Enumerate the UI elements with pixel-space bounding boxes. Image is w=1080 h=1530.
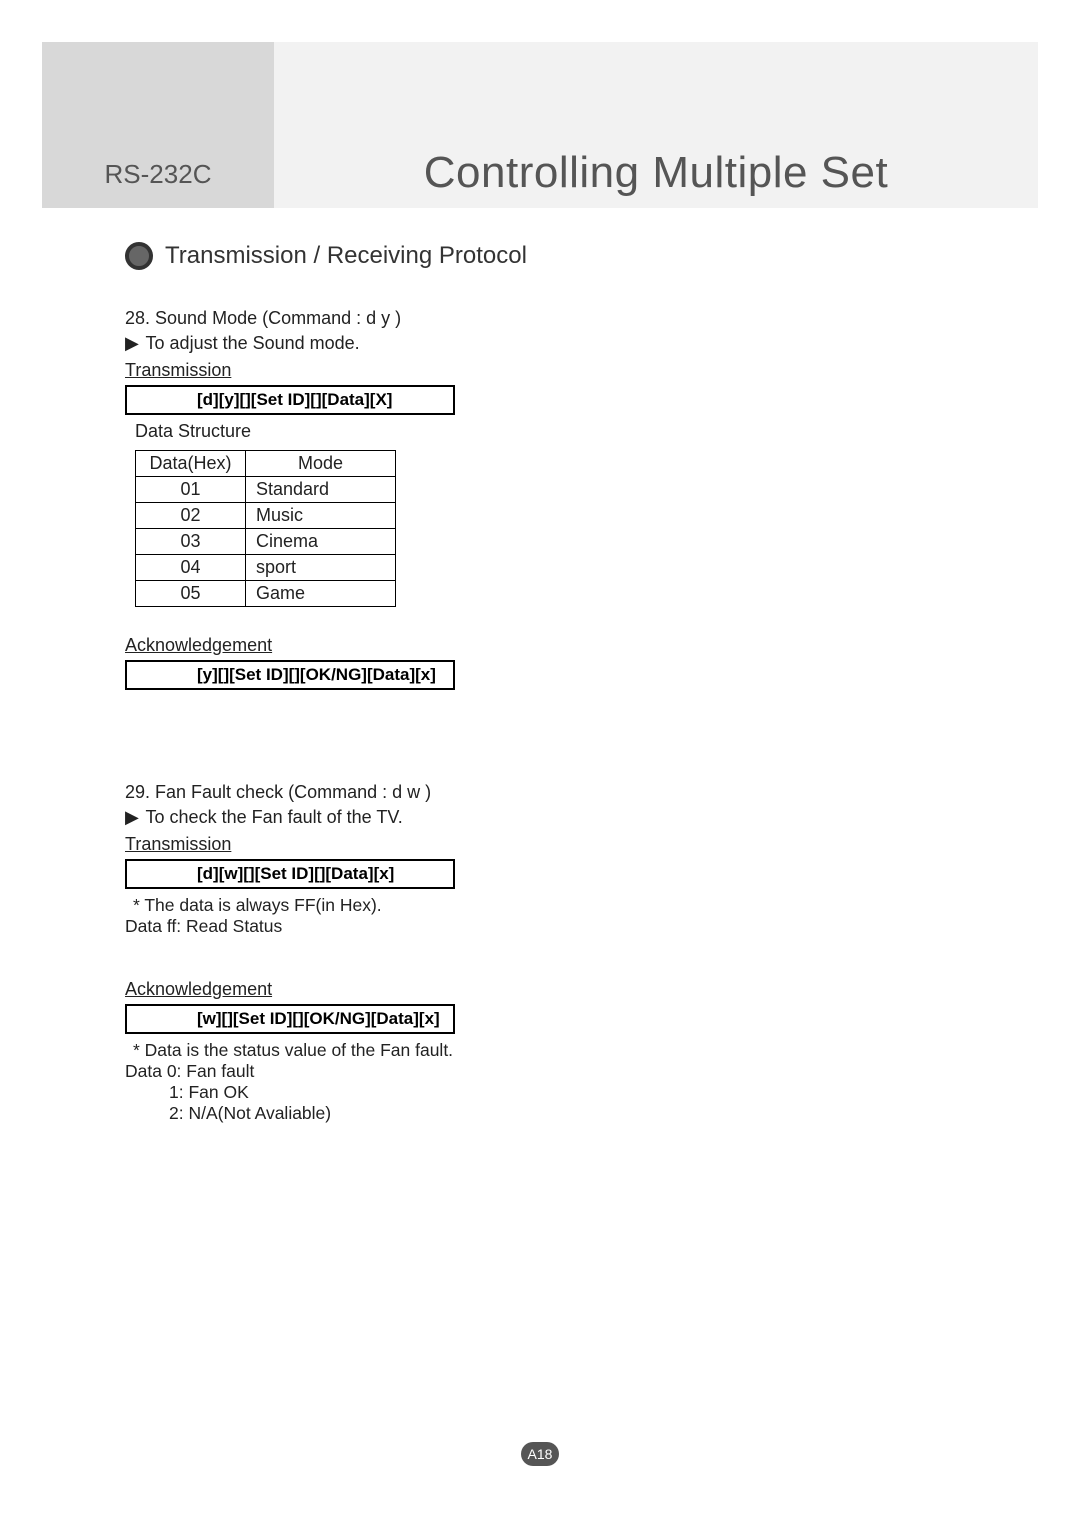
table-header-row: Data(Hex) Mode — [136, 451, 396, 477]
th-data-hex: Data(Hex) — [136, 451, 246, 477]
cmd29-heading: 29. Fan Fault check (Command : d w ) — [125, 782, 955, 803]
table-row: 05 Game — [136, 581, 396, 607]
cell-mode: Cinema — [246, 529, 396, 555]
cmd29-ack-box: [w][][Set ID][][OK/NG][Data][x] — [125, 1004, 455, 1034]
table-row: 04 sport — [136, 555, 396, 581]
cmd28-desc: ▶ To adjust the Sound mode. — [125, 333, 955, 354]
header-left-label: RS-232C — [105, 159, 212, 190]
cmd29-transmission-label: Transmission — [125, 834, 955, 855]
content-area: Transmission / Receiving Protocol 28. So… — [125, 228, 955, 1124]
cell-hex: 03 — [136, 529, 246, 555]
page-title: Controlling Multiple Set — [424, 148, 888, 198]
header-title-wrap: Controlling Multiple Set — [274, 148, 1038, 208]
cmd28-heading: 28. Sound Mode (Command : d y ) — [125, 308, 955, 329]
cell-mode: Music — [246, 503, 396, 529]
cmd29-ack-note2: Data 0: Fan fault — [125, 1061, 955, 1082]
cmd28-mode-table: Data(Hex) Mode 01 Standard 02 Music 03 C… — [135, 450, 396, 607]
cell-hex: 04 — [136, 555, 246, 581]
header-left-block: RS-232C — [42, 42, 274, 208]
cmd29-note2: Data ff: Read Status — [125, 916, 955, 937]
cell-mode: Standard — [246, 477, 396, 503]
page-header: RS-232C Controlling Multiple Set — [42, 42, 1038, 208]
page-number-badge: A18 — [521, 1442, 559, 1466]
table-row: 02 Music — [136, 503, 396, 529]
cmd29-ack-note1: * Data is the status value of the Fan fa… — [133, 1040, 955, 1061]
arrow-right-icon: ▶ — [125, 333, 139, 354]
cmd29-desc-text: To check the Fan fault of the TV. — [146, 807, 403, 827]
cmd28-transmission-box: [d][y][][Set ID][][Data][X] — [125, 385, 455, 415]
table-row: 01 Standard — [136, 477, 396, 503]
spacer — [125, 937, 955, 973]
section-title: Transmission / Receiving Protocol — [165, 242, 527, 270]
command-28-block: 28. Sound Mode (Command : d y ) ▶ To adj… — [125, 308, 955, 690]
page-number: A18 — [528, 1446, 553, 1462]
cmd28-ack-label: Acknowledgement — [125, 635, 955, 656]
cmd28-desc-text: To adjust the Sound mode. — [146, 333, 360, 353]
cell-hex: 01 — [136, 477, 246, 503]
cell-hex: 02 — [136, 503, 246, 529]
cmd29-ack-label: Acknowledgement — [125, 979, 955, 1000]
command-29-block: 29. Fan Fault check (Command : d w ) ▶ T… — [125, 782, 955, 1124]
arrow-right-icon: ▶ — [125, 807, 139, 828]
cmd29-transmission-box: [d][w][][Set ID][][Data][x] — [125, 859, 455, 889]
cmd29-ack-note3: 1: Fan OK — [169, 1082, 955, 1103]
th-mode: Mode — [246, 451, 396, 477]
cell-mode: Game — [246, 581, 396, 607]
section-header: Transmission / Receiving Protocol — [125, 242, 955, 270]
cell-mode: sport — [246, 555, 396, 581]
cmd29-note1: * The data is always FF(in Hex). — [133, 895, 955, 916]
spacer — [125, 696, 955, 782]
cmd28-data-structure-label: Data Structure — [135, 421, 955, 442]
table-row: 03 Cinema — [136, 529, 396, 555]
cmd28-ack-box: [y][][Set ID][][OK/NG][Data][x] — [125, 660, 455, 690]
bullet-icon — [125, 242, 153, 270]
cell-hex: 05 — [136, 581, 246, 607]
cmd29-ack-note4: 2: N/A(Not Avaliable) — [169, 1103, 955, 1124]
cmd28-transmission-label: Transmission — [125, 360, 955, 381]
cmd29-desc: ▶ To check the Fan fault of the TV. — [125, 807, 955, 828]
